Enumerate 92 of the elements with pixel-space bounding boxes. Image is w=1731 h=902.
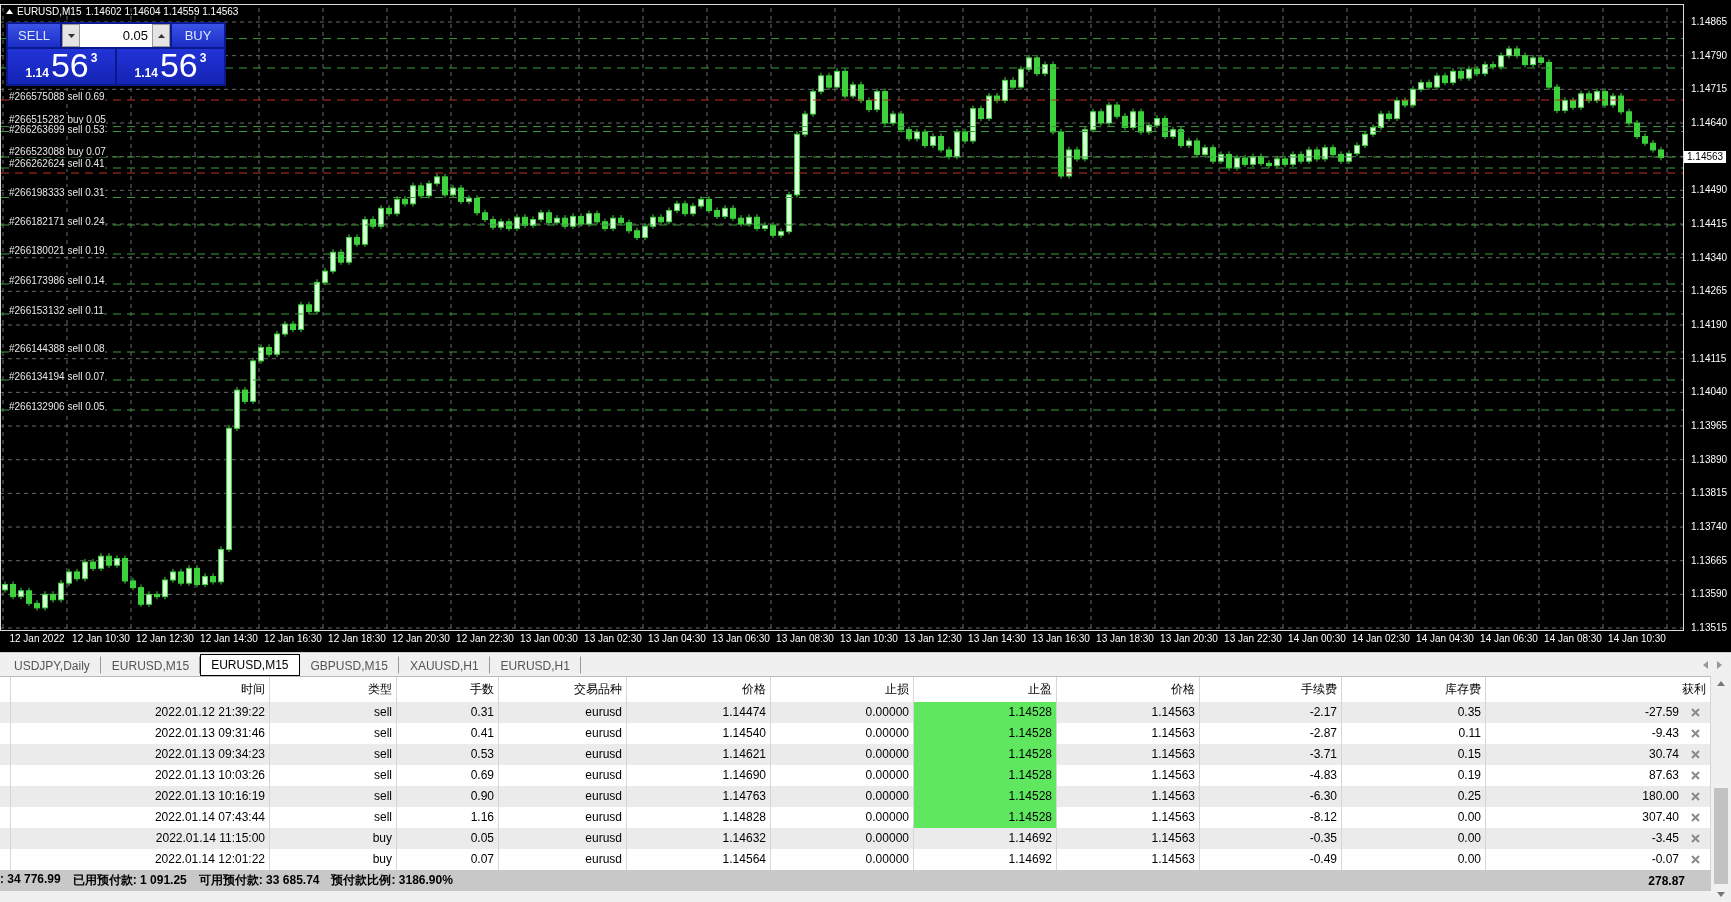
account-summary: 可用预付款: 33 685.74: [198, 872, 320, 889]
time-label: 14 Jan 10:30: [1608, 633, 1666, 645]
order-label: #266173986 sell 0.14: [9, 275, 105, 286]
time-label: 14 Jan 06:30: [1480, 633, 1538, 645]
order-label: #266262624 sell 0.41: [9, 158, 105, 169]
order-label: #266575088 sell 0.69: [9, 91, 105, 102]
order-label: #266144388 sell 0.08: [9, 343, 105, 354]
time-label: 12 Jan 2022: [9, 633, 65, 645]
price-label: 1.13515: [1691, 622, 1728, 635]
chart-tab[interactable]: XAUUSD,H1: [398, 655, 490, 674]
time-label: 13 Jan 08:30: [776, 633, 834, 645]
chart-tab[interactable]: GBPUSD,M15: [299, 655, 399, 674]
price-label: 1.14490: [1691, 184, 1728, 197]
sell-button[interactable]: SELL: [8, 24, 60, 47]
order-label: #266263699 sell 0.53: [9, 124, 105, 135]
time-label: 14 Jan 04:30: [1416, 633, 1474, 645]
chart-tab[interactable]: USDJPY,Daily: [3, 655, 101, 674]
order-label: #266153132 sell 0.11: [9, 305, 104, 316]
price-label: 1.14640: [1691, 117, 1728, 129]
time-label: 12 Jan 12:30: [136, 633, 194, 645]
time-label: 13 Jan 02:30: [584, 633, 642, 645]
table-cell: 1.14528: [914, 702, 1057, 723]
account-summary: : 34 776.99: [0, 872, 61, 888]
time-label: 13 Jan 20:30: [1160, 633, 1218, 645]
time-label: 14 Jan 08:30: [1544, 633, 1602, 645]
ask-price-point: 3: [199, 51, 207, 65]
time-label: 13 Jan 22:30: [1224, 633, 1282, 645]
price-label: 1.13665: [1691, 554, 1728, 567]
time-label: 13 Jan 12:30: [904, 633, 962, 645]
account-summary: 预付款比例: 3186.90%: [331, 872, 453, 889]
table-cell: 1.14528: [914, 744, 1057, 765]
total-profit: 278.87: [1648, 873, 1686, 888]
price-label: 1.14340: [1691, 251, 1728, 264]
bid-price-prefix: 1.14: [25, 66, 49, 80]
table-cell: 1.14528: [914, 723, 1057, 744]
bid-price-pips: 56: [50, 48, 89, 82]
order-label: #266198333 sell 0.31: [9, 187, 105, 198]
price-label: 1.13815: [1691, 487, 1728, 500]
price-label: 1.13965: [1691, 420, 1728, 433]
bid-price-point: 3: [90, 51, 98, 65]
order-label: #266182171 sell 0.24: [9, 216, 105, 227]
time-label: 13 Jan 00:30: [520, 633, 578, 645]
price-label: 1.13890: [1691, 453, 1728, 466]
time-label: 13 Jan 16:30: [1032, 633, 1090, 645]
table-cell: 1.14528: [914, 807, 1057, 828]
time-label: 14 Jan 00:30: [1288, 633, 1346, 645]
chart-symbol: EURUSD,M15: [17, 6, 82, 17]
lot-size-field[interactable]: 0.05: [80, 24, 152, 47]
time-label: 12 Jan 20:30: [392, 633, 450, 645]
time-label: 12 Jan 10:30: [72, 633, 130, 645]
price-label: 1.14865: [1691, 16, 1728, 28]
ask-price-pips: 56: [159, 48, 198, 82]
chart-ohlc: 1.14602 1.14604 1.14559 1.14563: [85, 6, 239, 17]
time-label: 12 Jan 14:30: [200, 633, 258, 645]
table-cell: 1.14528: [914, 786, 1057, 807]
profit-value: 87.63: [1648, 767, 1679, 784]
profit-value: 180.00: [1642, 788, 1679, 805]
profit-value: 30.74: [1648, 746, 1679, 763]
price-label: 1.13740: [1691, 521, 1728, 534]
account-summary: 已用预付款: 1 091.25: [72, 872, 187, 889]
price-label: 1.14115: [1691, 352, 1727, 365]
price-label: 1.14415: [1691, 218, 1728, 230]
time-label: 13 Jan 10:30: [840, 633, 898, 645]
profit-value: 307.40: [1642, 809, 1679, 826]
order-label: #266523088 buy 0.07: [9, 146, 106, 157]
chart-tab[interactable]: EURUSD,M15: [200, 653, 300, 676]
ask-price-prefix: 1.14: [134, 66, 158, 80]
price-label: 1.14715: [1691, 83, 1728, 96]
price-label: 1.14790: [1691, 49, 1728, 62]
time-label: 13 Jan 04:30: [648, 633, 706, 645]
time-label: 13 Jan 06:30: [712, 633, 770, 645]
price-label: 1.14040: [1691, 386, 1728, 399]
time-label: 12 Jan 22:30: [456, 633, 514, 645]
time-label: 14 Jan 02:30: [1352, 633, 1410, 645]
profit-value: -0.07: [1651, 851, 1679, 868]
price-label: 1.14265: [1691, 285, 1728, 298]
profit-value: -9.43: [1651, 725, 1679, 742]
chart-tab[interactable]: EURUSD,H1: [489, 655, 581, 674]
price-label: 1.13590: [1691, 588, 1728, 601]
price-label: 1.14190: [1691, 319, 1728, 331]
current-price-label: 1.14563: [1684, 151, 1727, 163]
time-label: 12 Jan 16:30: [264, 633, 322, 645]
time-label: 13 Jan 14:30: [968, 633, 1026, 645]
time-label: 13 Jan 18:30: [1096, 633, 1154, 645]
buy-button[interactable]: BUY: [172, 24, 224, 47]
order-label: #266180021 sell 0.19: [9, 245, 105, 256]
table-cell: 1.14528: [914, 765, 1057, 786]
profit-value: -27.59: [1644, 704, 1679, 721]
order-label: #266134194 sell 0.07: [9, 371, 105, 382]
order-label: #266132906 sell 0.05: [9, 401, 105, 412]
time-label: 12 Jan 18:30: [328, 633, 386, 645]
profit-value: -3.45: [1651, 830, 1679, 847]
